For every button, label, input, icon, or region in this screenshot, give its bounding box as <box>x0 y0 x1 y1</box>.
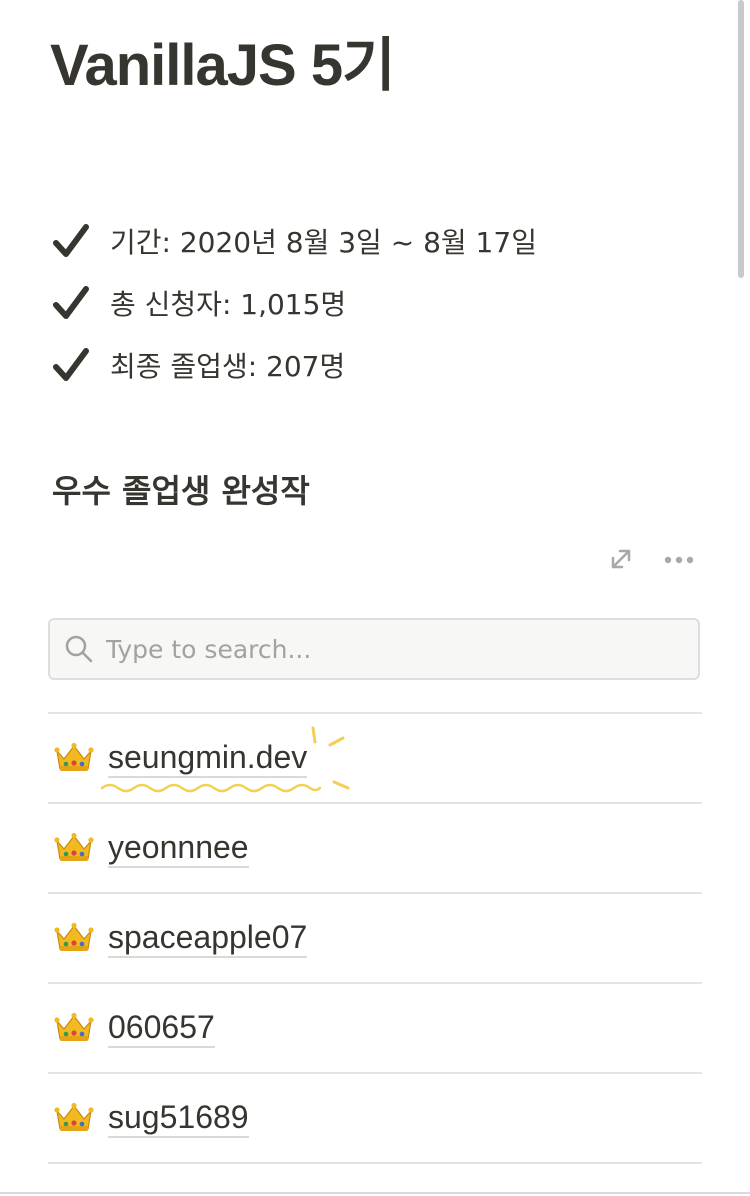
row-link[interactable]: sug51689 <box>108 1099 249 1138</box>
list-item[interactable]: spaceapple07 <box>48 894 702 984</box>
check-mark-icon <box>53 224 89 257</box>
info-list: 기간: 2020년 8월 3일 ~ 8월 17일 총 신청자: 1,015명 최… <box>52 210 537 396</box>
crown-icon <box>54 922 94 951</box>
section-title: 우수 졸업생 완성작 <box>52 472 310 510</box>
info-text-graduates: 최종 졸업생: 207명 <box>110 350 346 383</box>
bottom-divider <box>0 1192 750 1194</box>
gallery-list: seungmin.dev yeonnnee spaceapple07 06065… <box>48 712 702 1164</box>
database-actions <box>606 544 696 574</box>
info-text-applicants: 총 신청자: 1,015명 <box>110 288 347 321</box>
list-item[interactable]: sug51689 <box>48 1074 702 1164</box>
check-mark-icon <box>53 286 89 319</box>
crown-icon <box>54 742 94 771</box>
scrollbar-thumb[interactable] <box>738 0 744 278</box>
more-icon[interactable] <box>662 544 696 574</box>
check-mark-icon <box>53 348 89 381</box>
search-input[interactable] <box>106 634 666 664</box>
crown-icon <box>54 1102 94 1131</box>
page-title: VanillaJS 5기 <box>50 33 395 98</box>
info-item-applicants: 총 신청자: 1,015명 <box>52 272 537 334</box>
crown-icon <box>54 832 94 861</box>
row-link[interactable]: 060657 <box>108 1009 215 1048</box>
expand-icon[interactable] <box>606 544 636 574</box>
row-link[interactable]: spaceapple07 <box>108 919 308 958</box>
row-link[interactable]: seungmin.dev <box>108 739 308 778</box>
row-link[interactable]: yeonnnee <box>108 829 249 868</box>
list-item[interactable]: yeonnnee <box>48 804 702 894</box>
search-icon <box>65 635 93 663</box>
crown-icon <box>54 1012 94 1041</box>
search-box[interactable] <box>48 618 700 680</box>
info-text-period: 기간: 2020년 8월 3일 ~ 8월 17일 <box>110 226 537 259</box>
info-item-graduates: 최종 졸업생: 207명 <box>52 334 537 396</box>
info-item-period: 기간: 2020년 8월 3일 ~ 8월 17일 <box>52 210 537 272</box>
list-item[interactable]: 060657 <box>48 984 702 1074</box>
list-item[interactable]: seungmin.dev <box>48 714 702 804</box>
